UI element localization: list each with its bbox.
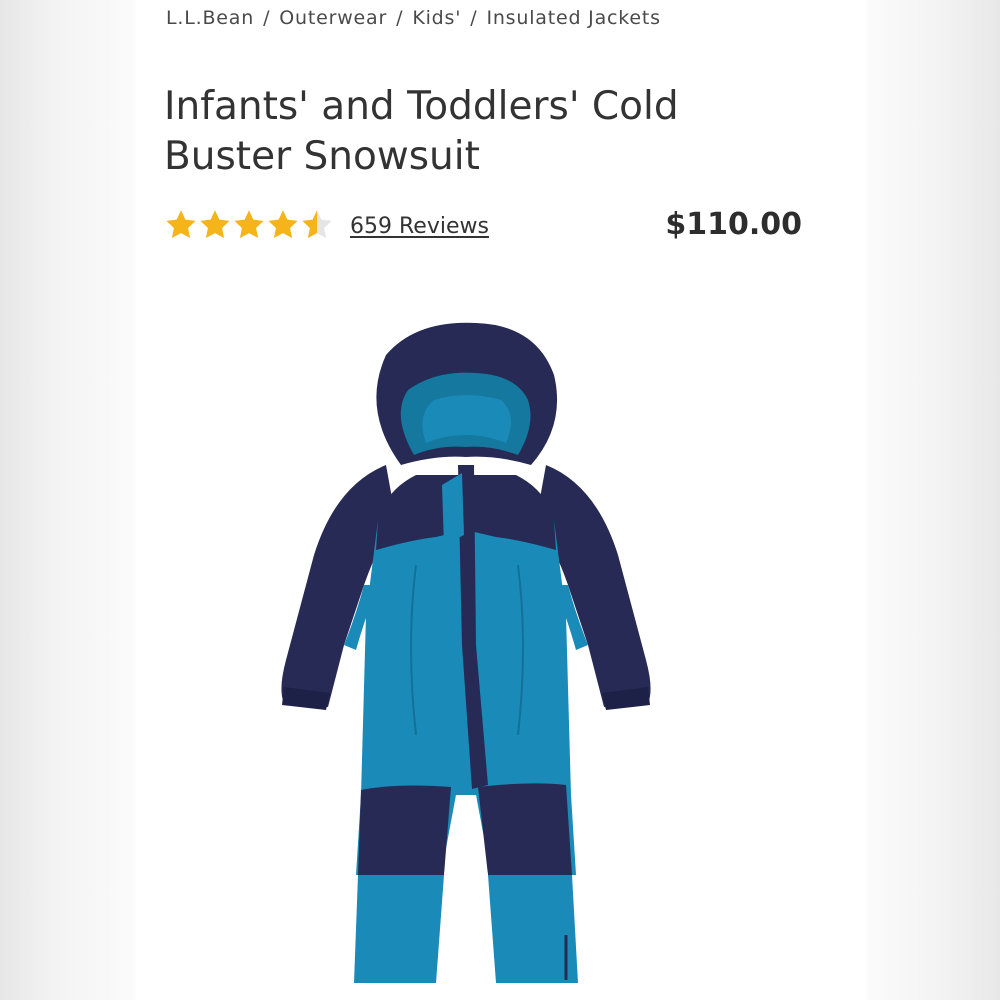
star-icon bbox=[268, 210, 298, 239]
star-icon bbox=[234, 210, 264, 239]
product-title: Infants' and Toddlers' Cold Buster Snows… bbox=[164, 84, 679, 179]
breadcrumb-separator: / bbox=[263, 7, 271, 29]
breadcrumb-item-insulated-jackets[interactable]: Insulated Jackets bbox=[486, 7, 660, 29]
screenshot-frame: L.L.Bean / Outerwear / Kids' / Insulated Jacke… bbox=[0, 0, 1000, 1000]
reviews-link[interactable]: 659 Reviews bbox=[350, 214, 489, 239]
breadcrumb-separator: / bbox=[470, 7, 478, 29]
breadcrumb: L.L.Bean / Outerwear / Kids' / Insulated Jacke… bbox=[166, 7, 661, 29]
star-half-icon bbox=[302, 210, 332, 239]
product-page: L.L.Bean / Outerwear / Kids' / Insulated Jacke… bbox=[136, 0, 866, 1000]
rating-row: 659 Reviews $110.00 bbox=[164, 204, 804, 248]
breadcrumb-item-kids[interactable]: Kids' bbox=[412, 7, 461, 29]
product-price: $110.00 bbox=[665, 207, 802, 242]
snowsuit-product-image[interactable] bbox=[266, 315, 686, 995]
breadcrumb-separator: / bbox=[396, 7, 404, 29]
breadcrumb-item-llbean[interactable]: L.L.Bean bbox=[166, 7, 254, 29]
star-rating[interactable] bbox=[164, 208, 334, 242]
star-icon bbox=[166, 210, 196, 239]
star-icon bbox=[200, 210, 230, 239]
breadcrumb-item-outerwear[interactable]: Outerwear bbox=[279, 7, 387, 29]
